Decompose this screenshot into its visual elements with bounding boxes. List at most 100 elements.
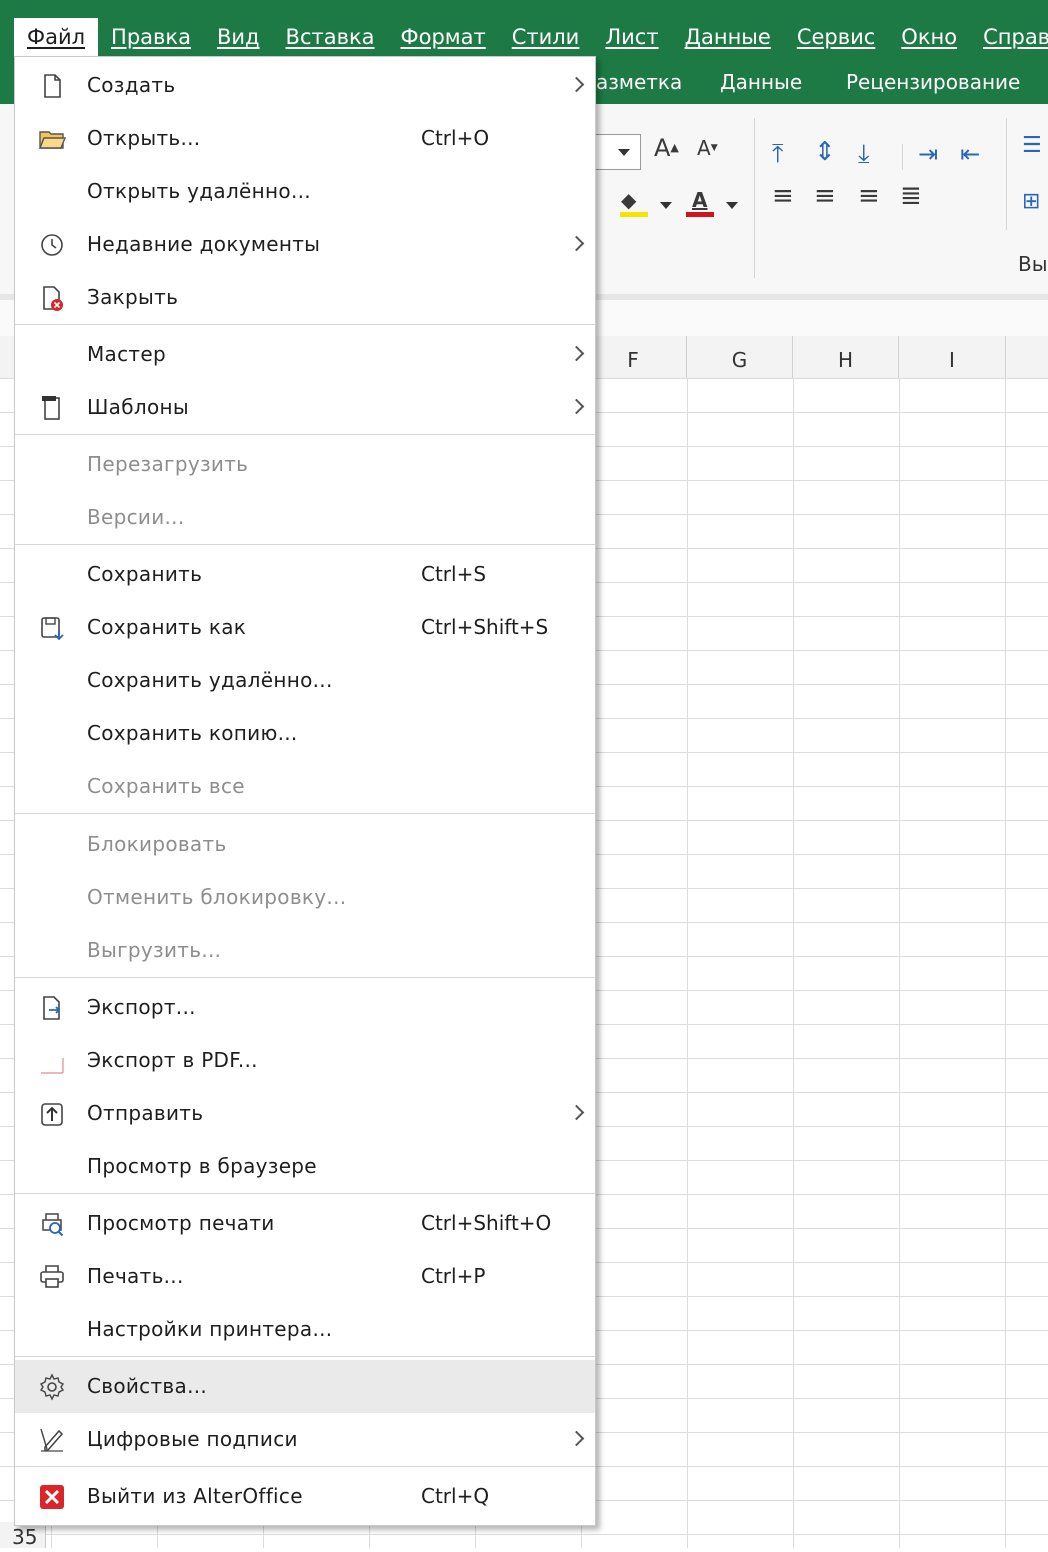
- menu-item-label: Цифровые подписи: [87, 1427, 298, 1451]
- menu-item-label: Версии...: [87, 505, 185, 529]
- menu-item-save-remote[interactable]: Сохранить удалённо...: [15, 654, 595, 707]
- menu-item-label: Создать: [87, 73, 176, 97]
- menu-separator: [15, 977, 595, 978]
- indent-decrease-icon[interactable]: ⇤: [960, 142, 980, 166]
- menu-item-label: Открыть удалённо...: [87, 179, 311, 203]
- menu-item-label: Экспорт...: [87, 995, 196, 1019]
- submenu-arrow-icon: [568, 235, 585, 252]
- column-header-i[interactable]: I: [899, 336, 1006, 378]
- font-color-bar: [686, 212, 714, 217]
- align-right-icon[interactable]: ≡: [858, 183, 880, 209]
- send-icon: [41, 1103, 63, 1126]
- column-header-g[interactable]: G: [687, 336, 793, 378]
- menu-file[interactable]: Файл: [14, 18, 99, 56]
- font-color-icon[interactable]: A: [692, 188, 707, 212]
- menu-item-label: Печать...: [87, 1264, 184, 1288]
- shrink-font-icon[interactable]: A▼: [697, 136, 718, 160]
- menu-item-save-copy[interactable]: Сохранить копию...: [15, 707, 595, 760]
- menu-view[interactable]: Вид: [204, 18, 273, 56]
- menu-item-label: Перезагрузить: [87, 452, 249, 476]
- menu-item-shortcut: Ctrl+Shift+S: [421, 615, 549, 639]
- menu-item-properties[interactable]: Свойства...: [15, 1360, 595, 1413]
- menu-item-shortcut: Ctrl+S: [421, 562, 487, 586]
- menu-item-label: Настройки принтера...: [87, 1317, 333, 1341]
- align-bottom-icon[interactable]: ⤓: [858, 141, 870, 167]
- menu-window[interactable]: Окно: [888, 18, 970, 56]
- menu-item-view-in-browser[interactable]: Просмотр в браузере: [15, 1140, 595, 1193]
- menu-format[interactable]: Формат: [388, 18, 499, 56]
- menu-tools[interactable]: Сервис: [784, 18, 888, 56]
- menu-separator: [15, 544, 595, 545]
- menu-item-open-remote[interactable]: Открыть удалённо...: [15, 165, 595, 218]
- menu-styles[interactable]: Стили: [499, 18, 593, 56]
- menu-item-export[interactable]: Экспорт...: [15, 981, 595, 1034]
- menu-item-print[interactable]: Печать... Ctrl+P: [15, 1250, 595, 1303]
- menu-sheet[interactable]: Лист: [592, 18, 671, 56]
- menu-item-label: Выгрузить...: [87, 938, 222, 962]
- menu-item-digital-signatures[interactable]: Цифровые подписи: [15, 1413, 595, 1466]
- highlight-dropdown-caret[interactable]: [660, 202, 672, 209]
- menu-item-wizard[interactable]: Мастер: [15, 328, 595, 381]
- submenu-arrow-icon: [568, 1104, 585, 1121]
- submenu-arrow-icon: [568, 1430, 585, 1447]
- font-color-dropdown-caret[interactable]: [726, 202, 738, 209]
- align-left-icon[interactable]: ≡: [772, 183, 794, 209]
- tab-review[interactable]: Рецензирование: [846, 62, 1020, 102]
- menu-item-printer-settings[interactable]: Настройки принтера...: [15, 1303, 595, 1356]
- export-icon: [43, 996, 61, 1020]
- menu-separator: [15, 1193, 595, 1194]
- menu-item-label: Выйти из AlterOffice: [87, 1484, 303, 1508]
- submenu-arrow-icon: [568, 398, 585, 415]
- menu-item-save-as[interactable]: Сохранить как Ctrl+Shift+S: [15, 601, 595, 654]
- export-pdf-icon: [41, 1058, 64, 1074]
- menu-item-shortcut: Ctrl+Q: [421, 1484, 490, 1508]
- menu-item-label: Экспорт в PDF...: [87, 1048, 258, 1072]
- indent-increase-icon[interactable]: ⇥: [918, 142, 938, 166]
- menu-item-label: Открыть...: [87, 126, 201, 150]
- menu-separator: [15, 1356, 595, 1357]
- menu-item-shortcut: Ctrl+P: [421, 1264, 486, 1288]
- menu-item-label: Блокировать: [87, 832, 227, 856]
- menu-item-print-preview[interactable]: Просмотр печати Ctrl+Shift+O: [15, 1197, 595, 1250]
- menu-help[interactable]: Справка: [970, 18, 1048, 56]
- menu-item-templates[interactable]: Шаблоны: [15, 381, 595, 434]
- align-justify-icon[interactable]: ≣: [900, 183, 922, 209]
- submenu-arrow-icon: [568, 345, 585, 362]
- menu-item-shortcut: Ctrl+Shift+O: [421, 1211, 552, 1235]
- menu-item-exit[interactable]: Выйти из AlterOffice Ctrl+Q: [15, 1470, 595, 1523]
- menubar-items: Файл Правка Вид Вставка Формат Стили Лис…: [14, 18, 1048, 56]
- menu-item-new[interactable]: Создать: [15, 59, 595, 112]
- menu-item-close[interactable]: Закрыть: [15, 271, 595, 324]
- align-center-icon[interactable]: ≡: [814, 183, 836, 209]
- menu-item-export-pdf[interactable]: Экспорт в PDF...: [15, 1034, 595, 1087]
- tab-data[interactable]: Данные: [720, 62, 802, 102]
- font-size-dropdown[interactable]: [596, 134, 641, 170]
- menu-item-versions: Версии...: [15, 491, 595, 544]
- column-header-f[interactable]: F: [580, 336, 687, 378]
- wrap-text-icon[interactable]: ☰: [1022, 134, 1042, 158]
- menu-separator: [15, 324, 595, 325]
- menu-data[interactable]: Данные: [672, 18, 784, 56]
- menu-edit[interactable]: Правка: [98, 18, 204, 56]
- menu-item-label: Шаблоны: [87, 395, 189, 419]
- menu-item-send[interactable]: Отправить: [15, 1087, 595, 1140]
- merge-cells-icon[interactable]: ⊞: [1022, 190, 1040, 214]
- menu-item-label: Сохранить удалённо...: [87, 668, 333, 692]
- menu-item-save[interactable]: Сохранить Ctrl+S: [15, 548, 595, 601]
- templates-icon: [42, 396, 60, 420]
- exit-icon: [40, 1485, 64, 1509]
- menu-item-lock: Блокировать: [15, 818, 595, 871]
- menu-item-recent[interactable]: Недавние документы: [15, 218, 595, 271]
- align-top-icon[interactable]: ⤒: [772, 141, 784, 167]
- menu-item-label: Сохранить все: [87, 774, 245, 798]
- highlight-color-icon[interactable]: ◆: [621, 188, 636, 212]
- menu-insert[interactable]: Вставка: [273, 18, 388, 56]
- menu-item-open[interactable]: Открыть... Ctrl+O: [15, 112, 595, 165]
- align-middle-icon[interactable]: ⇕: [814, 139, 836, 165]
- column-header-h[interactable]: H: [793, 336, 899, 378]
- menu-item-label: Недавние документы: [87, 232, 321, 256]
- tab-page-layout[interactable]: азметка: [596, 62, 682, 102]
- ribbon-group-label: Вы: [1018, 252, 1048, 276]
- menu-item-label: Сохранить: [87, 562, 203, 586]
- grow-font-icon[interactable]: A▲: [654, 136, 679, 160]
